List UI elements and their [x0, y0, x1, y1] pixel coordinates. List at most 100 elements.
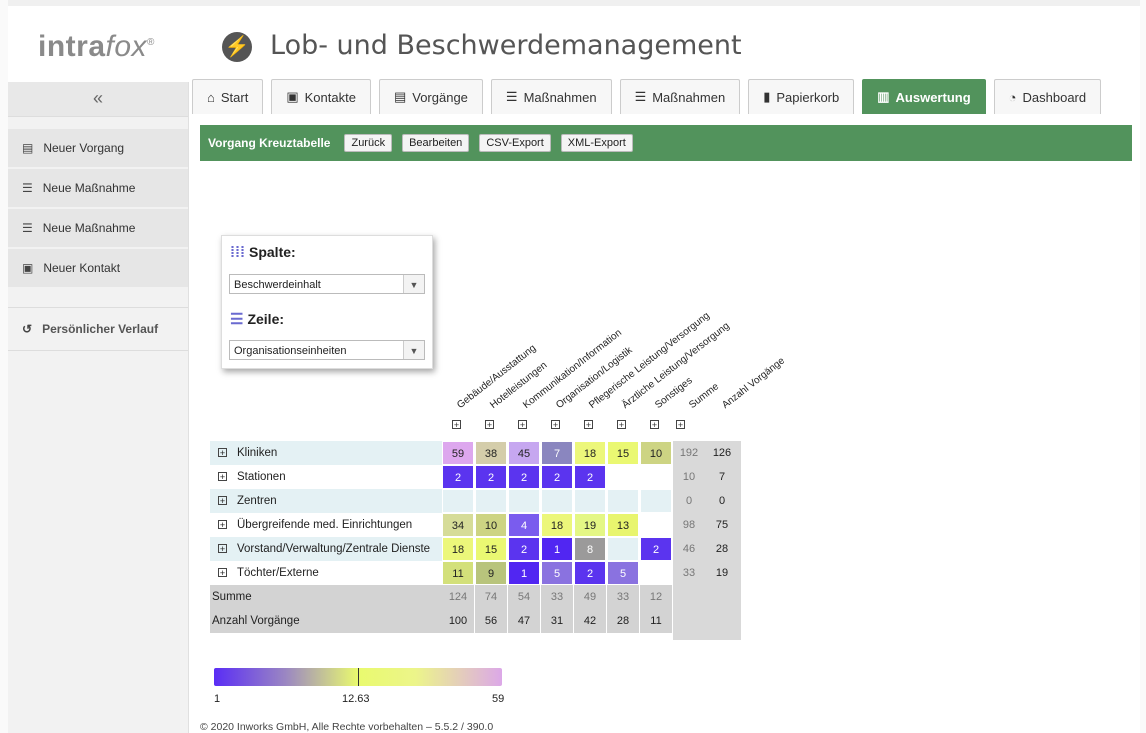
- table-cell[interactable]: 1: [541, 537, 573, 561]
- table-cell[interactable]: 15: [475, 537, 507, 561]
- table-cell[interactable]: [475, 489, 507, 513]
- trash-icon: ▮: [763, 89, 771, 104]
- tab-dashboard[interactable]: ◔ Dashboard: [993, 79, 1102, 114]
- expand-row-icon[interactable]: +: [218, 472, 227, 482]
- table-cell[interactable]: 5: [607, 561, 639, 585]
- table-cell[interactable]: 11: [442, 561, 474, 585]
- table-cell[interactable]: [541, 489, 573, 513]
- tab-kontakte[interactable]: ▣ Kontakte: [271, 79, 371, 114]
- table-cell[interactable]: 2: [541, 465, 573, 489]
- expand-column-icon[interactable]: +: [551, 420, 560, 430]
- table-cell[interactable]: [508, 489, 540, 513]
- sidebar-item-neue-massnahme-2[interactable]: ☰ Neue Maßnahme: [8, 209, 188, 247]
- xml-export-button[interactable]: XML-Export: [560, 134, 633, 152]
- tab-auswertung[interactable]: ▥ Auswertung: [862, 79, 986, 114]
- expand-row-icon[interactable]: +: [218, 520, 227, 530]
- expand-column-icon[interactable]: +: [617, 420, 626, 430]
- row-label-text: Stationen: [237, 471, 286, 483]
- tab-massnahmen-2[interactable]: ☰ Maßnahmen: [619, 79, 741, 114]
- table-cell[interactable]: 15: [607, 441, 639, 465]
- tab-vorgaenge[interactable]: ▤ Vorgänge: [378, 79, 483, 114]
- table-row-label[interactable]: + Kliniken: [210, 441, 442, 465]
- table-cell[interactable]: [574, 489, 606, 513]
- table-cell[interactable]: 18: [574, 441, 606, 465]
- table-cell[interactable]: 2: [574, 561, 606, 585]
- chevron-down-icon: ▼: [403, 341, 424, 359]
- table-cell[interactable]: 18: [442, 537, 474, 561]
- sidebar-item-label: Neuer Kontakt: [43, 261, 121, 275]
- table-row-label[interactable]: + Stationen: [210, 465, 442, 489]
- table-cell[interactable]: [640, 489, 672, 513]
- table-cell[interactable]: 5: [541, 561, 573, 585]
- expand-row-icon[interactable]: +: [218, 544, 227, 554]
- table-cell[interactable]: 8: [574, 537, 606, 561]
- table-cell[interactable]: [442, 489, 474, 513]
- sidebar-item-neue-massnahme[interactable]: ☰ Neue Maßnahme: [8, 169, 188, 207]
- lightning-icon: ⚡: [222, 32, 252, 62]
- table-cell[interactable]: 1: [508, 561, 540, 585]
- edit-button[interactable]: Bearbeiten: [402, 134, 470, 152]
- table-cell[interactable]: [607, 465, 639, 489]
- tab-start[interactable]: ⌂ Start: [192, 79, 264, 114]
- table-row-label[interactable]: + Übergreifende med. Einrichtungen: [210, 513, 442, 537]
- main-tabs: ⌂ Start ▣ Kontakte ▤ Vorgänge ☰ Maßnahmen ☰ M…: [192, 79, 1102, 115]
- expand-column-icon[interactable]: +: [650, 420, 659, 430]
- row-sum: 192: [679, 447, 699, 459]
- table-row-label[interactable]: + Töchter/Externe: [210, 561, 442, 585]
- expand-column-icon[interactable]: +: [584, 420, 593, 430]
- sidebar: « ▤ Neuer Vorgang ☰ Neue Maßnahme ☰ Neue Ma…: [8, 82, 189, 733]
- sidebar-item-history[interactable]: ↺ Persönlicher Verlauf: [8, 307, 188, 351]
- row-label-text: Übergreifende med. Einrichtungen: [237, 519, 413, 531]
- table-cell[interactable]: 2: [475, 465, 507, 489]
- table-cell[interactable]: 2: [640, 537, 672, 561]
- row-count: 19: [715, 567, 729, 579]
- table-cell[interactable]: 2: [442, 465, 474, 489]
- column-count: 56: [475, 609, 507, 633]
- expand-column-icon[interactable]: +: [452, 420, 461, 430]
- table-cell[interactable]: 2: [574, 465, 606, 489]
- table-cell[interactable]: 9: [475, 561, 507, 585]
- table-cell[interactable]: 4: [508, 513, 540, 537]
- table-cell[interactable]: [640, 561, 672, 585]
- table-cell[interactable]: 2: [508, 537, 540, 561]
- table-cell[interactable]: 10: [640, 441, 672, 465]
- legend-max: 59: [492, 693, 505, 705]
- table-cell[interactable]: 19: [574, 513, 606, 537]
- table-cell[interactable]: [640, 465, 672, 489]
- tab-massnahmen[interactable]: ☰ Maßnahmen: [490, 79, 612, 114]
- column-select[interactable]: Beschwerdeinhalt ▼: [229, 274, 425, 294]
- expand-column-icon[interactable]: +: [518, 420, 527, 430]
- document-icon: ▤: [393, 89, 407, 104]
- back-button[interactable]: Zurück: [344, 134, 393, 152]
- csv-export-button[interactable]: CSV-Export: [479, 134, 551, 152]
- row-select[interactable]: Organisationseinheiten ▼: [229, 340, 425, 360]
- table-cell[interactable]: 45: [508, 441, 540, 465]
- table-cell[interactable]: 10: [475, 513, 507, 537]
- chevron-down-icon: ▼: [403, 275, 424, 293]
- table-cell[interactable]: [607, 537, 639, 561]
- table-cell[interactable]: 7: [541, 441, 573, 465]
- sidebar-collapse-button[interactable]: «: [8, 82, 188, 117]
- table-cell[interactable]: 13: [607, 513, 639, 537]
- table-cell[interactable]: [607, 489, 639, 513]
- sidebar-item-neuer-vorgang[interactable]: ▤ Neuer Vorgang: [8, 129, 188, 167]
- row-sum: 98: [682, 519, 696, 531]
- table-cell[interactable]: [640, 513, 672, 537]
- expand-column-icon[interactable]: +: [676, 420, 685, 430]
- table-cell[interactable]: 18: [541, 513, 573, 537]
- footer: © 2020 Inworks GmbH, Alle Rechte vorbeha…: [200, 721, 494, 733]
- table-cell[interactable]: 34: [442, 513, 474, 537]
- columns-icon: ⁞⁞⁞: [230, 244, 245, 261]
- sidebar-item-neuer-kontakt[interactable]: ▣ Neuer Kontakt: [8, 249, 188, 287]
- table-row-label[interactable]: + Vorstand/Verwaltung/Zentrale Dienste: [210, 537, 442, 561]
- table-cell[interactable]: 2: [508, 465, 540, 489]
- tab-papierkorb[interactable]: ▮ Papierkorb: [748, 79, 855, 114]
- expand-row-icon[interactable]: +: [218, 568, 227, 578]
- table-cell[interactable]: 59: [442, 441, 474, 465]
- table-row-label[interactable]: + Zentren: [210, 489, 442, 513]
- expand-row-icon[interactable]: +: [218, 448, 227, 458]
- expand-column-icon[interactable]: +: [485, 420, 494, 430]
- expand-row-icon[interactable]: +: [218, 496, 227, 506]
- table-cell[interactable]: 38: [475, 441, 507, 465]
- list-icon: ☰: [22, 221, 33, 235]
